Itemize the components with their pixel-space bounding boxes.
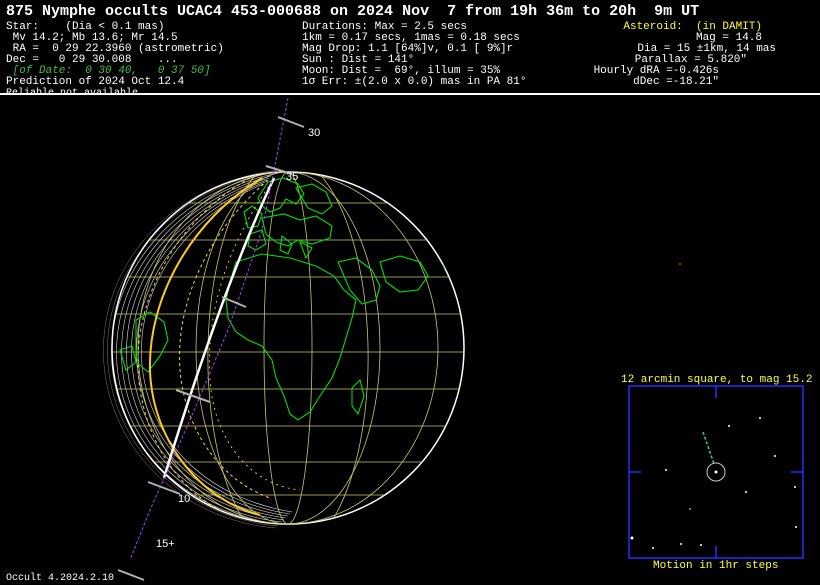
time-ticks (117, 116, 305, 581)
tick-label-35: 35 (286, 171, 298, 183)
center-line (162, 177, 276, 479)
star-field-icon (630, 417, 797, 549)
inset-caption: Motion in 1hr steps (653, 560, 779, 572)
star-chart-inset (628, 385, 804, 559)
land-outlines (119, 177, 459, 421)
version-footer: Occult 4.2024.2.10 (6, 573, 115, 584)
tick-label-15: 15+ (156, 538, 175, 550)
inset-title: 12 arcmin square, to mag 15.2 (621, 374, 813, 386)
graticule (112, 172, 464, 524)
tick-label-30: 30 (308, 127, 320, 139)
tick-label-10: 10 (178, 493, 190, 505)
path-limits (137, 177, 301, 521)
occultation-map: 875 Nymphe occults UCAC4 453-000688 on 2… (0, 0, 820, 585)
stray-marker (679, 263, 681, 265)
globe-map: 30 35 10 15+ (103, 97, 804, 581)
